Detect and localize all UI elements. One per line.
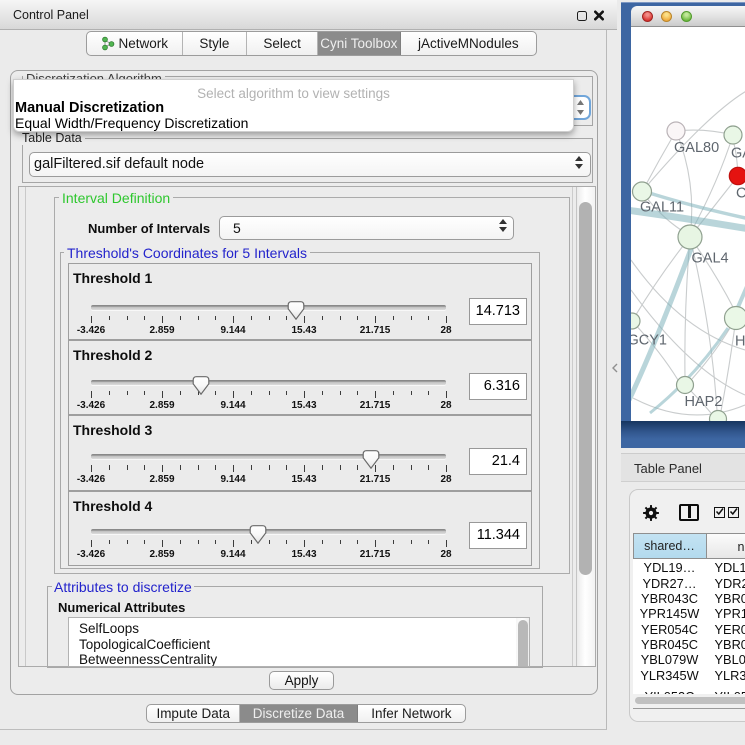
- svg-text:HAP2: HAP2: [685, 394, 723, 410]
- svg-text:GAL4: GAL4: [692, 251, 729, 267]
- svg-text:GCY1: GCY1: [631, 333, 667, 349]
- svg-text:H: H: [735, 334, 745, 350]
- svg-text:GAL80: GAL80: [674, 140, 719, 156]
- svg-text:GA: GA: [731, 146, 745, 162]
- svg-text:GAL11: GAL11: [640, 200, 684, 216]
- svg-text:C: C: [736, 186, 745, 202]
